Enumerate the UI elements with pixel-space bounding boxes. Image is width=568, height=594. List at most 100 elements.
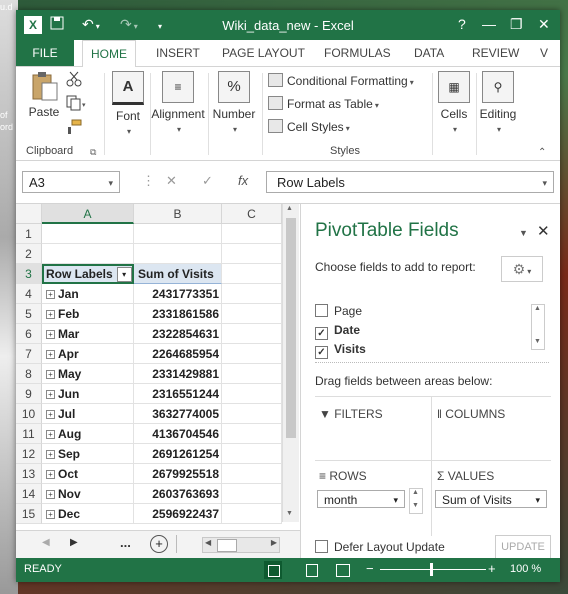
expand-icon[interactable]: + xyxy=(46,430,55,439)
field-list-scrollbar[interactable]: ▲ ▼ xyxy=(531,304,545,350)
checkbox-visits[interactable]: ✓ xyxy=(315,346,328,359)
expand-icon[interactable]: + xyxy=(46,390,55,399)
pivot-value-cell[interactable]: 2431773351 xyxy=(134,284,222,304)
font-button[interactable]: A Font ▾ xyxy=(110,71,146,137)
pivot-value-cell[interactable]: 4136704546 xyxy=(134,424,222,444)
scroll-up-icon[interactable]: ▲ xyxy=(286,205,293,212)
pivot-row-label[interactable]: + Feb xyxy=(42,304,134,324)
scrollbar-thumb[interactable] xyxy=(217,539,237,552)
expand-icon[interactable]: + xyxy=(46,350,55,359)
pivot-value-cell[interactable]: 2596922437 xyxy=(134,504,222,524)
field-page[interactable]: Page xyxy=(315,304,362,318)
copy-icon[interactable]: ▾ xyxy=(66,95,88,114)
column-header-b[interactable]: B xyxy=(134,204,222,224)
row-header[interactable]: 6 xyxy=(16,324,42,344)
enter-icon[interactable]: ✓ xyxy=(202,173,213,189)
tab-home[interactable]: HOME xyxy=(82,40,136,68)
pivot-row-labels-header[interactable]: Row Labels ▾ xyxy=(42,264,134,284)
name-box[interactable]: A3 ▾ xyxy=(22,171,120,193)
cell[interactable] xyxy=(222,504,282,524)
pivot-value-cell[interactable]: 2603763693 xyxy=(134,484,222,504)
expand-icon[interactable]: + xyxy=(46,510,55,519)
cell[interactable] xyxy=(222,324,282,344)
row-header[interactable]: 12 xyxy=(16,444,42,464)
pivot-row-label[interactable]: + Jan xyxy=(42,284,134,304)
row-header[interactable]: 11 xyxy=(16,424,42,444)
pivot-value-cell[interactable]: 2264685954 xyxy=(134,344,222,364)
cell[interactable] xyxy=(222,244,282,264)
pivot-sum-of-visits-header[interactable]: Sum of Visits xyxy=(134,264,222,284)
cell[interactable] xyxy=(222,384,282,404)
editing-button[interactable]: ⚲ Editing ▾ xyxy=(476,71,520,135)
checkbox-date[interactable]: ✓ xyxy=(315,327,328,340)
zoom-slider[interactable] xyxy=(380,569,486,570)
row-header[interactable]: 2 xyxy=(16,244,42,264)
cancel-icon[interactable]: ✕ xyxy=(166,173,177,189)
row-header[interactable]: 13 xyxy=(16,464,42,484)
pivot-value-cell[interactable]: 2679925518 xyxy=(134,464,222,484)
cell[interactable] xyxy=(222,444,282,464)
checkbox-defer-layout[interactable] xyxy=(315,540,328,553)
rows-scrollbar[interactable]: ▲ ▼ xyxy=(409,488,423,514)
scrollbar-thumb[interactable] xyxy=(286,218,296,438)
field-visits[interactable]: ✓ Visits xyxy=(315,342,366,359)
worksheet-grid[interactable]: A B C ▲ ▼ 1 2 3 Row Labels ▾ Sum of Visits 4 + J… xyxy=(16,204,300,538)
alignment-button[interactable]: ≡ Alignment ▾ xyxy=(150,71,206,135)
pivot-value-cell[interactable]: 2331861586 xyxy=(134,304,222,324)
cells-button[interactable]: ▦ Cells ▾ xyxy=(434,71,474,135)
field-date[interactable]: ✓ Date xyxy=(315,323,360,340)
scroll-right-icon[interactable]: ▶ xyxy=(70,537,78,548)
conditional-formatting-button[interactable]: Conditional Formatting ▾ xyxy=(268,73,414,88)
expand-icon[interactable]: + xyxy=(46,410,55,419)
page-layout-view-icon[interactable] xyxy=(306,564,318,577)
tab-review[interactable]: REVIEW xyxy=(472,40,519,66)
cell-styles-button[interactable]: Cell Styles ▾ xyxy=(268,119,350,134)
tab-page-layout[interactable]: PAGE LAYOUT xyxy=(222,40,305,66)
minimize-button[interactable]: — xyxy=(482,16,496,32)
defer-layout-update[interactable]: Defer Layout Update xyxy=(315,540,445,554)
tab-insert[interactable]: INSERT xyxy=(156,40,200,66)
insert-function-icon[interactable]: fx xyxy=(238,173,248,188)
scroll-up-icon[interactable]: ▲ xyxy=(534,305,541,312)
cell[interactable] xyxy=(222,224,282,244)
close-button[interactable]: ✕ xyxy=(538,16,550,33)
pivot-row-label[interactable]: + Mar xyxy=(42,324,134,344)
pivot-value-cell[interactable]: 2322854631 xyxy=(134,324,222,344)
pivot-value-cell[interactable]: 3632774005 xyxy=(134,404,222,424)
column-header-a[interactable]: A xyxy=(42,204,134,224)
pivot-value-cell[interactable]: 2331429881 xyxy=(134,364,222,384)
cell[interactable] xyxy=(42,244,134,264)
tab-file[interactable]: FILE xyxy=(16,40,74,66)
horizontal-scrollbar[interactable]: ◀ ▶ xyxy=(202,537,280,553)
cell[interactable] xyxy=(222,304,282,324)
pane-options-icon[interactable]: ▼ xyxy=(519,228,528,238)
row-header[interactable]: 8 xyxy=(16,364,42,384)
collapse-ribbon-icon[interactable]: ⌃ xyxy=(538,147,546,158)
number-button[interactable]: % Number ▾ xyxy=(212,71,256,135)
format-painter-icon[interactable] xyxy=(66,119,82,138)
cell[interactable] xyxy=(134,244,222,264)
values-field-sum-of-visits[interactable]: Sum of Visits ▾ xyxy=(435,490,547,508)
cell[interactable] xyxy=(222,404,282,424)
page-break-view-icon[interactable] xyxy=(336,564,350,577)
rows-field-month[interactable]: month ▾ xyxy=(317,490,405,508)
scroll-up-icon[interactable]: ▲ xyxy=(412,489,419,496)
zoom-level[interactable]: 100 % xyxy=(510,563,541,575)
expand-icon[interactable]: + xyxy=(46,370,55,379)
close-pane-icon[interactable]: ✕ xyxy=(537,222,550,240)
tab-formulas[interactable]: FORMULAS xyxy=(324,40,391,66)
zoom-out-icon[interactable]: − xyxy=(366,561,374,576)
cell[interactable] xyxy=(222,364,282,384)
paste-button[interactable]: Paste xyxy=(24,71,64,119)
dialog-launcher-icon[interactable]: ⧉ xyxy=(90,147,96,158)
row-header[interactable]: 1 xyxy=(16,224,42,244)
tab-view[interactable]: V xyxy=(540,40,548,66)
pivot-row-label[interactable]: + Apr xyxy=(42,344,134,364)
row-header[interactable]: 7 xyxy=(16,344,42,364)
checkbox-page[interactable] xyxy=(315,304,328,317)
row-header[interactable]: 15 xyxy=(16,504,42,524)
pivot-row-label[interactable]: + Nov xyxy=(42,484,134,504)
expand-icon[interactable]: + xyxy=(46,450,55,459)
expand-icon[interactable]: + xyxy=(46,330,55,339)
scroll-left-icon[interactable]: ◀ xyxy=(42,537,50,548)
